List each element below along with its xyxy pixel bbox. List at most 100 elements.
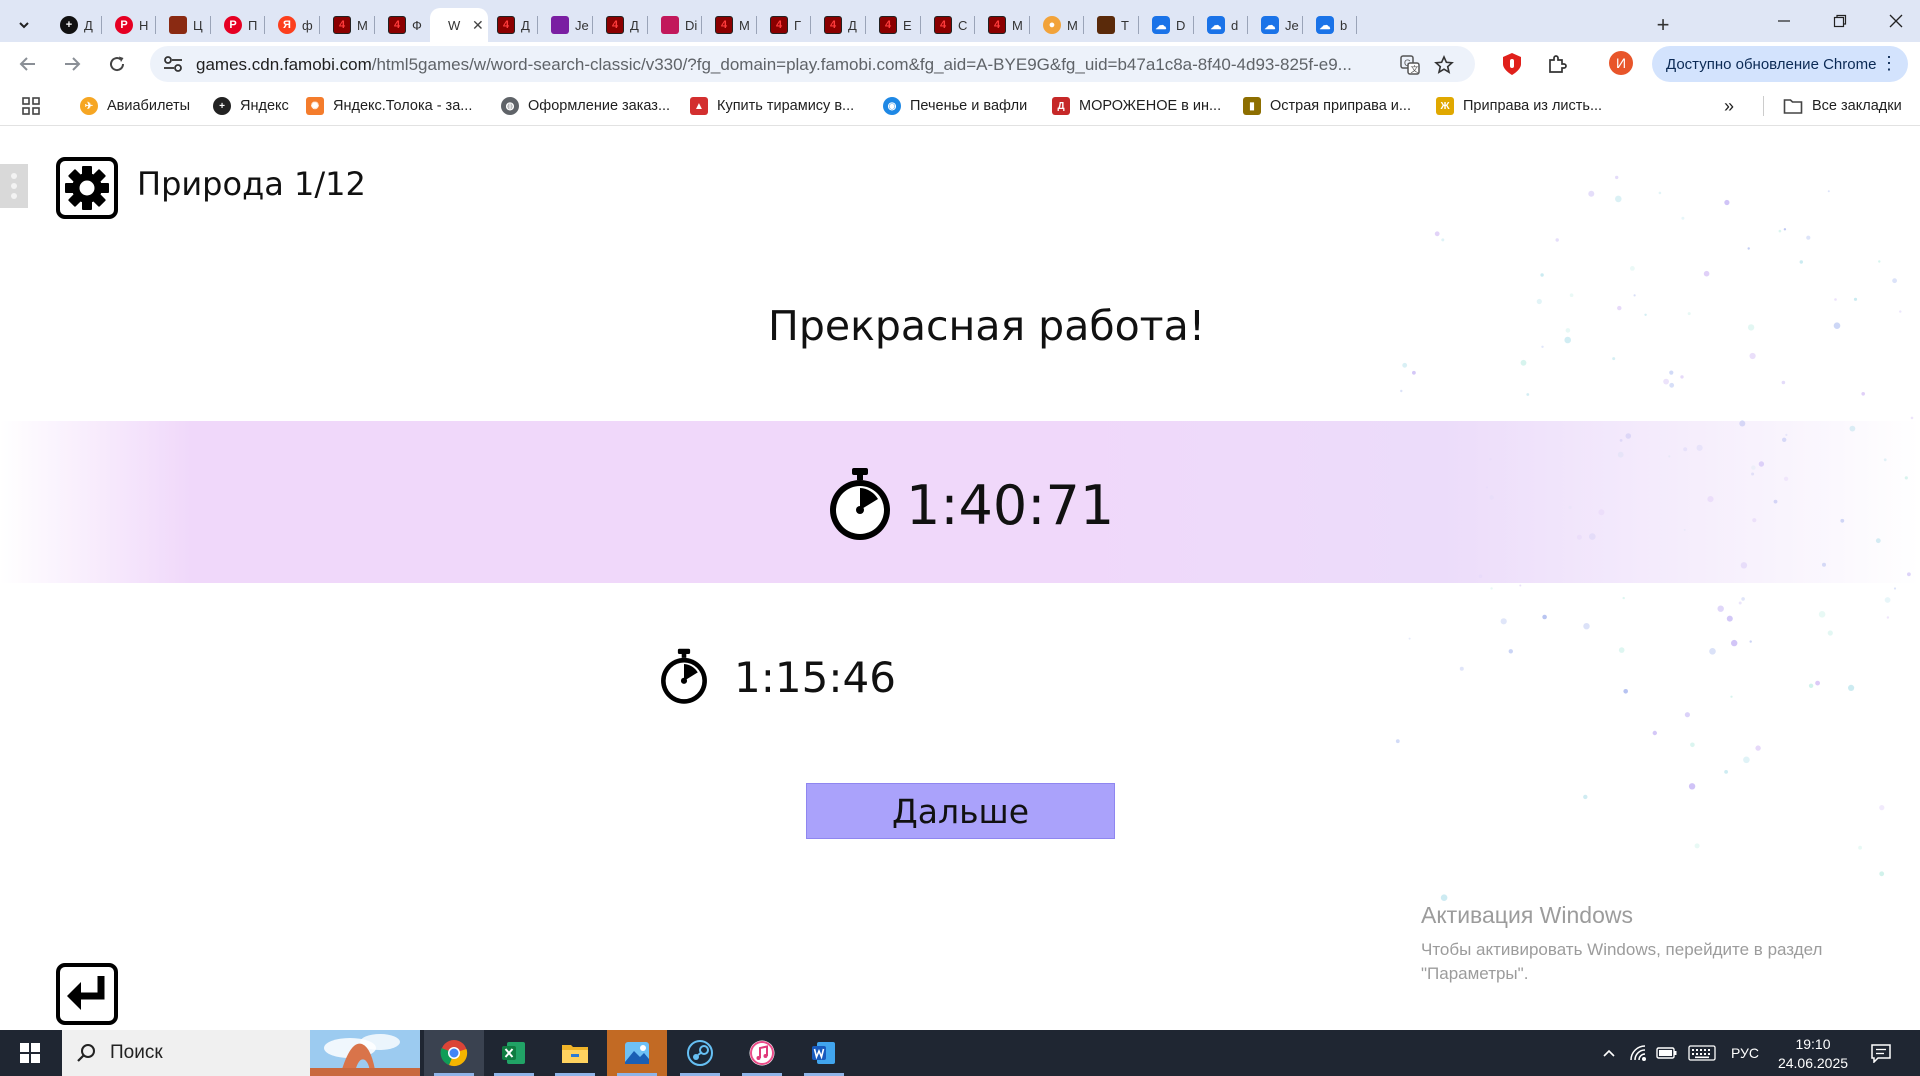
tab-separator (374, 16, 375, 34)
next-button[interactable]: Дальше (806, 783, 1115, 839)
bookmark-item[interactable]: ✺ Яндекс.Толока - за... (306, 95, 472, 117)
translate-icon[interactable]: G文 (1399, 54, 1421, 76)
profile-initial: И (1615, 55, 1627, 71)
all-bookmarks-button[interactable]: Все закладки (1783, 95, 1902, 117)
input-language-button[interactable]: РУС (1726, 1030, 1764, 1076)
game-4-icon: 4 (934, 16, 952, 34)
bookmark-label: Яндекс.Толока - за... (333, 98, 473, 114)
battery-tray-button[interactable] (1654, 1030, 1680, 1076)
chrome-icon (440, 1040, 468, 1067)
start-button[interactable] (0, 1030, 60, 1076)
close-window-button[interactable] (1868, 0, 1920, 42)
sparkle-dot (1569, 293, 1574, 297)
adblock-extension-icon[interactable] (1499, 51, 1525, 77)
side-menu-handle[interactable] (0, 164, 28, 208)
url-path: /html5games/w/word-search-classic/v330/?… (371, 55, 1352, 74)
sparkle-dot (1663, 378, 1669, 385)
tab-separator (1247, 16, 1248, 34)
tab-title: W (448, 17, 461, 33)
close-tab-icon[interactable]: ✕ (472, 17, 484, 34)
arrow-left-icon (19, 57, 35, 71)
bookmark-item[interactable]: ▮ Острая приправа и... (1243, 95, 1411, 117)
extensions-icon[interactable] (1544, 51, 1570, 77)
notifications-button[interactable] (1864, 1030, 1898, 1076)
sparkle-dot (1910, 416, 1914, 420)
game-thumb-icon (1097, 16, 1115, 34)
browser-tab[interactable]: 4Ф (376, 8, 438, 42)
browser-tab[interactable]: W ✕ (430, 8, 488, 42)
new-tab-button[interactable]: + (1650, 12, 1676, 38)
tab-title: d (1231, 17, 1239, 33)
sparkle-dot (1827, 190, 1830, 193)
excel-icon (502, 1042, 525, 1064)
sparkle-dot (1541, 345, 1544, 348)
back-to-menu-button[interactable] (56, 963, 118, 1025)
taskbar-search[interactable]: Поиск (62, 1030, 420, 1076)
settings-button[interactable] (56, 157, 118, 219)
bookmark-star-icon[interactable] (1433, 54, 1455, 76)
bookmark-item[interactable]: ▲ Купить тирамису в... (690, 95, 854, 117)
sparkle-dot (1669, 382, 1675, 388)
bookmark-item[interactable]: ✈ Авиабилеты (80, 95, 190, 117)
apps-grid-icon (22, 97, 40, 115)
bookmark-label: Приправа из листь... (1463, 98, 1603, 114)
more-vert-icon[interactable]: ⋮ (1880, 53, 1898, 74)
toloka-icon: ✺ (306, 97, 324, 115)
sparkle-dot (1899, 310, 1902, 313)
sparkle-dot (1588, 190, 1595, 197)
bookmark-item[interactable]: + Яндекс (213, 95, 289, 117)
restore-button[interactable] (1812, 0, 1868, 42)
sparkle-dot (1644, 313, 1647, 316)
profile-avatar[interactable]: И (1609, 51, 1633, 75)
taskbar-file-explorer[interactable] (545, 1030, 605, 1076)
touch-keyboard-button[interactable] (1686, 1030, 1718, 1076)
tray-overflow-button[interactable] (1596, 1030, 1622, 1076)
forward-button[interactable] (56, 48, 88, 80)
bookmarks-overflow-button[interactable]: » (1724, 95, 1734, 117)
watermark-text: Чтобы активировать Windows, перейдите в … (1421, 940, 1823, 983)
tab-separator (592, 16, 593, 34)
spice-icon: ▮ (1243, 97, 1261, 115)
sparkle-dot (1815, 680, 1820, 686)
windows-taskbar: Поиск РУС 19:10 24.06.2025 (0, 1030, 1920, 1076)
cloud-doc-icon: ☁ (1316, 16, 1334, 34)
reload-button[interactable] (101, 48, 133, 80)
minimize-button[interactable] (1756, 0, 1812, 42)
bookmark-item[interactable]: ◉ Печенье и вафли (883, 95, 1027, 117)
url-text[interactable]: games.cdn.famobi.com/html5games/w/word-s… (196, 55, 1386, 75)
tab-title: Е (903, 17, 912, 33)
search-icon (77, 1044, 95, 1062)
bookmark-item[interactable]: Ж Приправа из листь... (1436, 95, 1602, 117)
sparkle-dot (1684, 712, 1690, 718)
address-bar[interactable]: games.cdn.famobi.com/html5games/w/word-s… (150, 46, 1475, 82)
gear-icon (65, 166, 109, 210)
tab-title: Д (84, 17, 93, 33)
bookmark-item[interactable]: ◍ Оформление заказ... (501, 95, 670, 117)
bookmark-item[interactable]: Д МОРОЖЕНОЕ в ин... (1052, 95, 1221, 117)
taskbar-clock[interactable]: 19:10 24.06.2025 (1768, 1035, 1858, 1073)
word-icon (812, 1042, 835, 1064)
taskbar-excel[interactable] (484, 1030, 544, 1076)
taskbar-itunes[interactable] (732, 1030, 792, 1076)
sparkle-dot (1749, 640, 1752, 643)
site-settings-icon[interactable] (162, 54, 184, 74)
sparkle-dot (1618, 647, 1625, 653)
tab-separator (1193, 16, 1194, 34)
tab-title: b (1340, 17, 1348, 33)
apps-grid-button[interactable] (22, 95, 40, 117)
aviatickets-icon: ✈ (80, 97, 98, 115)
taskbar-photos[interactable] (607, 1030, 667, 1076)
sparkle-dot (1886, 616, 1890, 619)
network-tray-button[interactable] (1626, 1030, 1652, 1076)
taskbar-word[interactable] (794, 1030, 854, 1076)
tab-search-button[interactable] (8, 9, 40, 41)
back-button[interactable] (12, 48, 44, 80)
chrome-update-button[interactable]: Доступно обновление Chrome ⋮ (1652, 46, 1908, 82)
all-bookmarks-label: Все закладки (1812, 98, 1902, 114)
taskbar-steam[interactable] (670, 1030, 730, 1076)
tab-separator (865, 16, 866, 34)
tab-separator (756, 16, 757, 34)
taskbar-chrome[interactable] (424, 1030, 484, 1076)
game-4-icon: 4 (715, 16, 733, 34)
stopwatch-icon (661, 648, 707, 704)
